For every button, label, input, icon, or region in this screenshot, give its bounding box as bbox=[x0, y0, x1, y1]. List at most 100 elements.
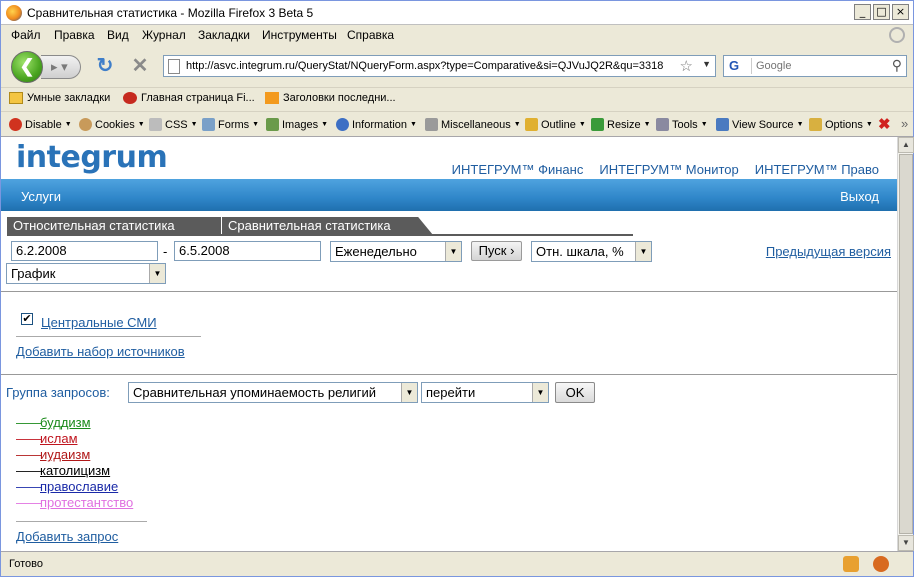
maximize-button[interactable]: □ bbox=[873, 4, 890, 20]
query-item-protestantism[interactable]: ——протестантство bbox=[16, 495, 133, 510]
dev-tools[interactable]: Tools ▼ bbox=[656, 118, 708, 131]
query-label[interactable]: католицизм bbox=[40, 463, 110, 478]
link-integrum-monitor[interactable]: ИНТЕГРУМ™ Монитор bbox=[599, 162, 738, 177]
query-item-catholicism[interactable]: ——католицизм bbox=[16, 463, 110, 478]
stop-icon[interactable]: ✕ bbox=[129, 56, 151, 78]
query-label[interactable]: ислам bbox=[40, 431, 78, 446]
search-engine-icon[interactable]: G bbox=[726, 58, 752, 74]
url-text[interactable]: http://asvc.integrum.ru/QueryStat/NQuery… bbox=[186, 60, 666, 72]
tools-icon bbox=[656, 118, 669, 131]
scroll-up-icon[interactable]: ▲ bbox=[898, 137, 914, 153]
minimize-button[interactable]: _ bbox=[854, 4, 871, 20]
date-from-field[interactable]: 6.2.2008 bbox=[11, 241, 158, 261]
bookmark-smart[interactable]: Умные закладки bbox=[9, 92, 110, 104]
source-central-media-link[interactable]: Центральные СМИ bbox=[41, 315, 157, 330]
menu-help[interactable]: Справка bbox=[347, 28, 394, 42]
search-input[interactable] bbox=[756, 58, 876, 74]
integrum-logo[interactable]: integrum bbox=[16, 140, 168, 175]
top-links: ИНТЕГРУМ™ Финанс ИНТЕГРУМ™ Монитор ИНТЕГ… bbox=[452, 162, 879, 177]
dev-miscellaneous[interactable]: Miscellaneous ▼ bbox=[425, 118, 521, 131]
ok-button[interactable]: OK bbox=[555, 382, 595, 403]
query-label[interactable]: протестантство bbox=[40, 495, 133, 510]
forward-button[interactable]: ▸ ▾ bbox=[41, 55, 81, 79]
source-checkbox[interactable]: ✔ bbox=[21, 313, 33, 325]
query-item-buddhism[interactable]: ——буддизм bbox=[16, 415, 91, 430]
dev-label: CSS bbox=[165, 118, 188, 131]
add-query-link[interactable]: Добавить запрос bbox=[16, 529, 118, 544]
period-select[interactable]: Еженедельно ▼ bbox=[330, 241, 462, 262]
dev-information[interactable]: Information ▼ bbox=[336, 118, 417, 131]
back-button[interactable]: ❮ bbox=[11, 51, 43, 83]
series-line-marker: —— bbox=[16, 447, 42, 462]
url-dropdown-icon[interactable]: ▼ bbox=[702, 59, 711, 69]
dev-resize[interactable]: Resize ▼ bbox=[591, 118, 651, 131]
throbber-icon bbox=[889, 27, 905, 43]
goto-select[interactable]: перейти ▼ bbox=[421, 382, 549, 403]
cookies-icon bbox=[79, 118, 92, 131]
window-title: Сравнительная статистика - Mozilla Firef… bbox=[27, 6, 314, 20]
window-controls: _ □ × bbox=[854, 4, 909, 20]
dev-options[interactable]: Options ▼ bbox=[809, 118, 873, 131]
series-line-marker: —— bbox=[16, 463, 42, 478]
query-label[interactable]: буддизм bbox=[40, 415, 91, 430]
search-bar[interactable]: G ⚲ bbox=[723, 55, 907, 77]
close-button[interactable]: × bbox=[892, 4, 909, 20]
scale-select[interactable]: Отн. шкала, % ▼ bbox=[531, 241, 652, 262]
more-icon[interactable]: » bbox=[901, 116, 908, 131]
vertical-scrollbar[interactable]: ▲ ▼ bbox=[897, 137, 914, 551]
query-item-judaism[interactable]: ——иудаизм bbox=[16, 447, 90, 462]
tab-relative-stats[interactable]: Относительная статистика bbox=[7, 217, 221, 235]
bookmark-headlines[interactable]: Заголовки последни... bbox=[265, 92, 396, 104]
firebug-icon[interactable] bbox=[873, 556, 889, 572]
query-item-islam[interactable]: ——ислам bbox=[16, 431, 78, 446]
scroll-down-icon[interactable]: ▼ bbox=[898, 535, 914, 551]
go-button[interactable]: Пуск › bbox=[471, 241, 522, 261]
dropdown-arrow-icon: ▼ bbox=[410, 121, 417, 128]
add-sources-link[interactable]: Добавить набор источников bbox=[16, 344, 185, 359]
goto-value: перейти bbox=[426, 385, 476, 400]
view-type-select[interactable]: График ▼ bbox=[6, 263, 166, 284]
page-icon bbox=[168, 59, 180, 74]
resize-icon bbox=[591, 118, 604, 131]
bookmark-homepage[interactable]: Главная страница Fi... bbox=[123, 92, 255, 104]
dev-forms[interactable]: Forms ▼ bbox=[202, 118, 259, 131]
link-integrum-law[interactable]: ИНТЕГРУМ™ Право bbox=[755, 162, 879, 177]
title-bar: Сравнительная статистика - Mozilla Firef… bbox=[1, 1, 913, 25]
miscellaneous-icon bbox=[425, 118, 438, 131]
dev-disable[interactable]: Disable ▼ bbox=[9, 118, 72, 131]
dev-outline[interactable]: Outline ▼ bbox=[525, 118, 586, 131]
date-to-field[interactable]: 6.5.2008 bbox=[174, 241, 321, 261]
dev-view-source[interactable]: View Source ▼ bbox=[716, 118, 804, 131]
status-text: Готово bbox=[9, 558, 43, 570]
query-label[interactable]: православие bbox=[40, 479, 118, 494]
options-icon bbox=[809, 118, 822, 131]
menu-file[interactable]: Файл bbox=[11, 28, 41, 42]
bookmark-star-icon[interactable]: ☆ bbox=[680, 57, 693, 75]
notes-icon[interactable] bbox=[843, 556, 859, 572]
menu-edit[interactable]: Правка bbox=[54, 28, 95, 42]
link-integrum-finance[interactable]: ИНТЕГРУМ™ Финанс bbox=[452, 162, 584, 177]
reload-icon[interactable]: ↻ bbox=[94, 56, 116, 78]
close-toolbar-icon[interactable]: ✖ bbox=[878, 115, 891, 133]
menu-bookmarks[interactable]: Закладки bbox=[198, 28, 250, 42]
series-line-marker: —— bbox=[16, 495, 42, 510]
address-bar[interactable]: http://asvc.integrum.ru/QueryStat/NQuery… bbox=[163, 55, 716, 77]
menu-view[interactable]: Вид bbox=[107, 28, 129, 42]
search-icon[interactable]: ⚲ bbox=[892, 57, 902, 74]
dev-css[interactable]: CSS ▼ bbox=[149, 118, 198, 131]
query-group-select[interactable]: Сравнительная упоминаемость религий ▼ bbox=[128, 382, 418, 403]
scroll-thumb[interactable] bbox=[899, 154, 913, 534]
dev-images[interactable]: Images ▼ bbox=[266, 118, 328, 131]
web-developer-toolbar: Disable ▼ Cookies ▼ CSS ▼ Forms ▼ Images ▼ In… bbox=[1, 111, 913, 137]
menu-tools[interactable]: Инструменты bbox=[262, 28, 337, 42]
dev-cookies[interactable]: Cookies ▼ bbox=[79, 118, 145, 131]
menu-history[interactable]: Журнал bbox=[142, 28, 186, 42]
series-line-marker: —— bbox=[16, 415, 42, 430]
query-item-orthodoxy[interactable]: ——православие bbox=[16, 479, 118, 494]
tab-comparative-stats[interactable]: Сравнительная статистика bbox=[221, 217, 433, 235]
previous-version-link[interactable]: Предыдущая версия bbox=[766, 244, 891, 259]
dev-label: Miscellaneous bbox=[441, 118, 511, 131]
exit-link[interactable]: Выход bbox=[840, 189, 879, 204]
services-link[interactable]: Услуги bbox=[21, 189, 61, 204]
query-label[interactable]: иудаизм bbox=[40, 447, 90, 462]
